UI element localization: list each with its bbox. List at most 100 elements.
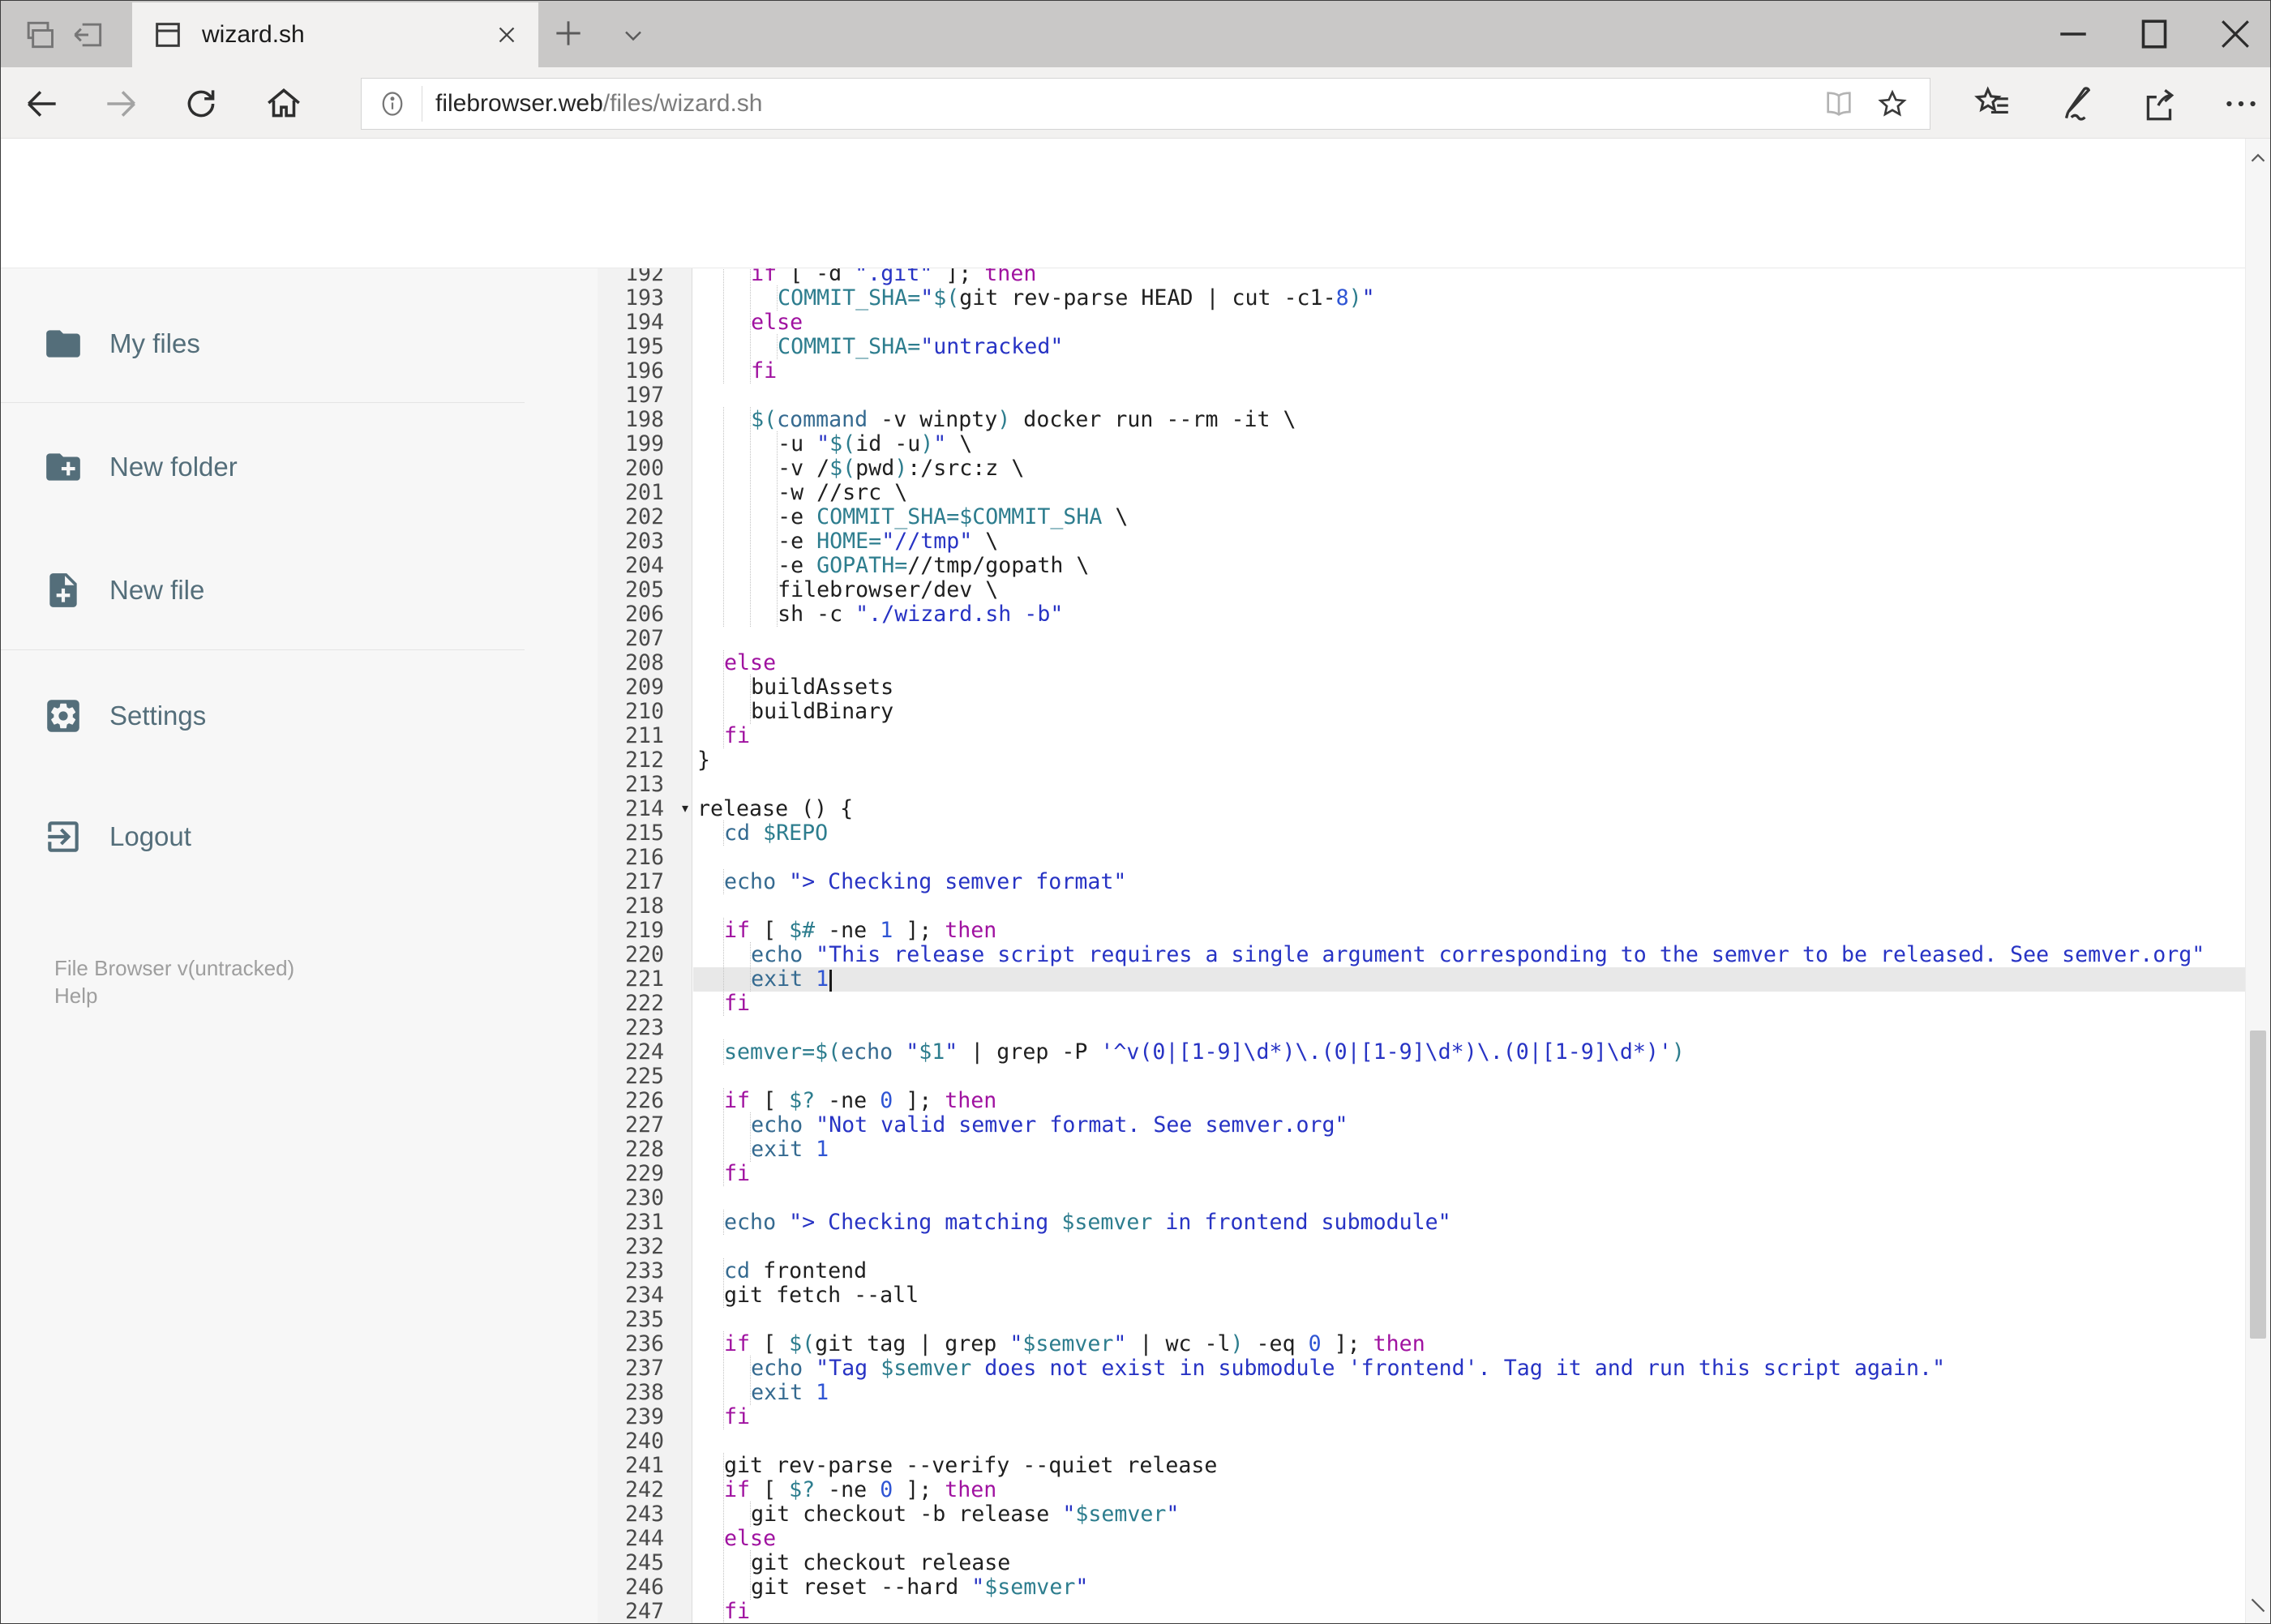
code-line[interactable]: fi: [693, 1599, 2247, 1623]
code-line[interactable]: if [ -d ".git" ]; then: [693, 268, 2247, 286]
code-line[interactable]: exit 1: [693, 1380, 2247, 1405]
code-line[interactable]: buildBinary: [693, 699, 2247, 724]
code-line[interactable]: -v /$(pwd):/src:z \: [693, 456, 2247, 481]
tab-wizard-sh[interactable]: wizard.sh: [132, 2, 538, 67]
code-line[interactable]: git rev-parse --verify --quiet release: [693, 1453, 2247, 1478]
help-link[interactable]: Help: [54, 982, 294, 1009]
more-dots-icon[interactable]: [2221, 84, 2261, 124]
code-line[interactable]: fi: [693, 1404, 2247, 1429]
code-line[interactable]: [693, 627, 2247, 651]
code-line[interactable]: git reset --hard "$semver": [693, 1575, 2247, 1600]
line-number: 221: [624, 966, 664, 992]
code-line[interactable]: if [ $(git tag | grep "$semver" | wc -l)…: [693, 1331, 2247, 1356]
line-number: 247: [624, 1599, 664, 1624]
scrollbar-thumb[interactable]: [2250, 1031, 2266, 1339]
code-editor[interactable]: 192 193 194 195 196 197 198 199 200 201 202 203 204 2…: [598, 268, 2247, 1624]
line-number: 242: [624, 1477, 664, 1502]
code-line[interactable]: filebrowser/dev \: [693, 577, 2247, 602]
code-line[interactable]: release () {: [693, 797, 2247, 821]
code-line[interactable]: COMMIT_SHA="$(git rev-parse HEAD | cut -…: [693, 285, 2247, 311]
code-line[interactable]: [693, 1429, 2247, 1454]
sidebar-item-settings[interactable]: Settings: [1, 690, 568, 742]
line-number: 196: [624, 358, 664, 384]
code-line[interactable]: cd $REPO: [693, 821, 2247, 846]
gutter: 192 193 194 195 196 197 198 199 200 201 202 203 204 2…: [598, 268, 692, 1624]
code-line[interactable]: buildAssets: [693, 675, 2247, 700]
sidebar-item-my-files[interactable]: My files: [1, 318, 568, 370]
code-line[interactable]: [693, 1065, 2247, 1089]
reading-view-icon[interactable]: [1823, 88, 1855, 120]
code-line[interactable]: [693, 1235, 2247, 1259]
maximize-icon[interactable]: [2119, 12, 2189, 56]
code-line[interactable]: else: [693, 310, 2247, 335]
code-line[interactable]: if [ $? -ne 0 ]; then: [693, 1477, 2247, 1502]
close-icon[interactable]: [2200, 12, 2270, 56]
code-line[interactable]: [693, 1016, 2247, 1040]
page-scrollbar[interactable]: [2245, 139, 2270, 1623]
code-line[interactable]: [693, 1186, 2247, 1211]
filebrowser-header: [1, 139, 2270, 398]
code-line[interactable]: sh -c "./wizard.sh -b": [693, 602, 2247, 627]
code-line[interactable]: echo "> Checking matching $semver in fro…: [693, 1210, 2247, 1235]
code-line[interactable]: -e COMMIT_SHA=$COMMIT_SHA \: [693, 504, 2247, 529]
sidebar-item-new-folder[interactable]: New folder: [1, 441, 568, 493]
url-text[interactable]: filebrowser.web/files/wizard.sh: [435, 90, 1823, 118]
text-cursor: [829, 970, 832, 992]
back-icon[interactable]: [22, 84, 62, 124]
code-line[interactable]: [693, 773, 2247, 797]
code-line[interactable]: echo "This release script requires a sin…: [693, 942, 2247, 967]
site-info-icon[interactable]: [378, 89, 407, 118]
code-line[interactable]: cd frontend: [693, 1258, 2247, 1283]
web-note-pen-icon[interactable]: [2056, 84, 2097, 124]
code-line[interactable]: [693, 846, 2247, 870]
code-line[interactable]: fi: [693, 991, 2247, 1016]
code-line[interactable]: -w //src \: [693, 480, 2247, 505]
code-line[interactable]: fi: [693, 723, 2247, 748]
code-line[interactable]: fi: [693, 1161, 2247, 1186]
code-line[interactable]: semver=$(echo "$1" | grep -P '^v(0|[1-9]…: [693, 1039, 2247, 1065]
scroll-down-icon[interactable]: [2246, 1589, 2270, 1622]
close-tab-icon[interactable]: [493, 21, 521, 49]
code-line[interactable]: if [ $? -ne 0 ]; then: [693, 1088, 2247, 1113]
tabs-set-aside-icon[interactable]: [71, 17, 106, 53]
code-line[interactable]: fi: [693, 358, 2247, 384]
code-line[interactable]: echo "Tag $semver does not exist in subm…: [693, 1356, 2247, 1381]
share-icon[interactable]: [2140, 84, 2180, 124]
code-line[interactable]: }: [693, 748, 2247, 773]
url-bar[interactable]: filebrowser.web/files/wizard.sh: [361, 78, 1930, 130]
code-line[interactable]: -e GOPATH=//tmp/gopath \: [693, 553, 2247, 578]
minimize-icon[interactable]: [2038, 12, 2108, 56]
new-tab-icon[interactable]: [551, 15, 586, 51]
code-line[interactable]: COMMIT_SHA="untracked": [693, 334, 2247, 359]
code-line[interactable]: echo "> Checking semver format": [693, 869, 2247, 894]
sidebar-item-logout[interactable]: Logout: [1, 811, 568, 863]
code-line[interactable]: exit 1: [693, 966, 2247, 992]
hub-icon[interactable]: [1973, 84, 2013, 124]
code-line[interactable]: if [ $# -ne 1 ]; then: [693, 918, 2247, 943]
tab-menu-icon[interactable]: [619, 24, 648, 48]
fold-marker-icon[interactable]: ▾: [682, 797, 688, 821]
code-line[interactable]: git checkout release: [693, 1550, 2247, 1575]
code-lines: if [ -d ".git" ]; then COMMIT_SHA="$(git…: [693, 268, 2247, 1623]
refresh-icon[interactable]: [181, 84, 221, 124]
code-line[interactable]: git fetch --all: [693, 1283, 2247, 1308]
code-line[interactable]: exit 1: [693, 1137, 2247, 1162]
code-line[interactable]: [693, 384, 2247, 408]
code-line[interactable]: else: [693, 650, 2247, 675]
code-line[interactable]: -u "$(id -u)" \: [693, 431, 2247, 456]
code-line[interactable]: $(command -v winpty) docker run --rm -it…: [693, 407, 2247, 432]
forward-icon[interactable]: [101, 84, 141, 124]
code-line[interactable]: echo "Not valid semver format. See semve…: [693, 1112, 2247, 1138]
code-line[interactable]: else: [693, 1526, 2247, 1551]
line-number: 208: [624, 650, 664, 675]
tab-strip: wizard.sh: [1, 1, 2270, 67]
code-line[interactable]: -e HOME="//tmp" \: [693, 529, 2247, 554]
code-line[interactable]: git checkout -b release "$semver": [693, 1502, 2247, 1527]
home-icon[interactable]: [264, 84, 304, 124]
favorite-star-icon[interactable]: [1876, 88, 1909, 120]
code-line[interactable]: [693, 1308, 2247, 1332]
code-line[interactable]: [693, 894, 2247, 919]
scroll-up-icon[interactable]: [2246, 142, 2270, 174]
sidebar-item-new-file[interactable]: New file: [1, 564, 568, 616]
tab-preview-icon[interactable]: [21, 17, 57, 53]
